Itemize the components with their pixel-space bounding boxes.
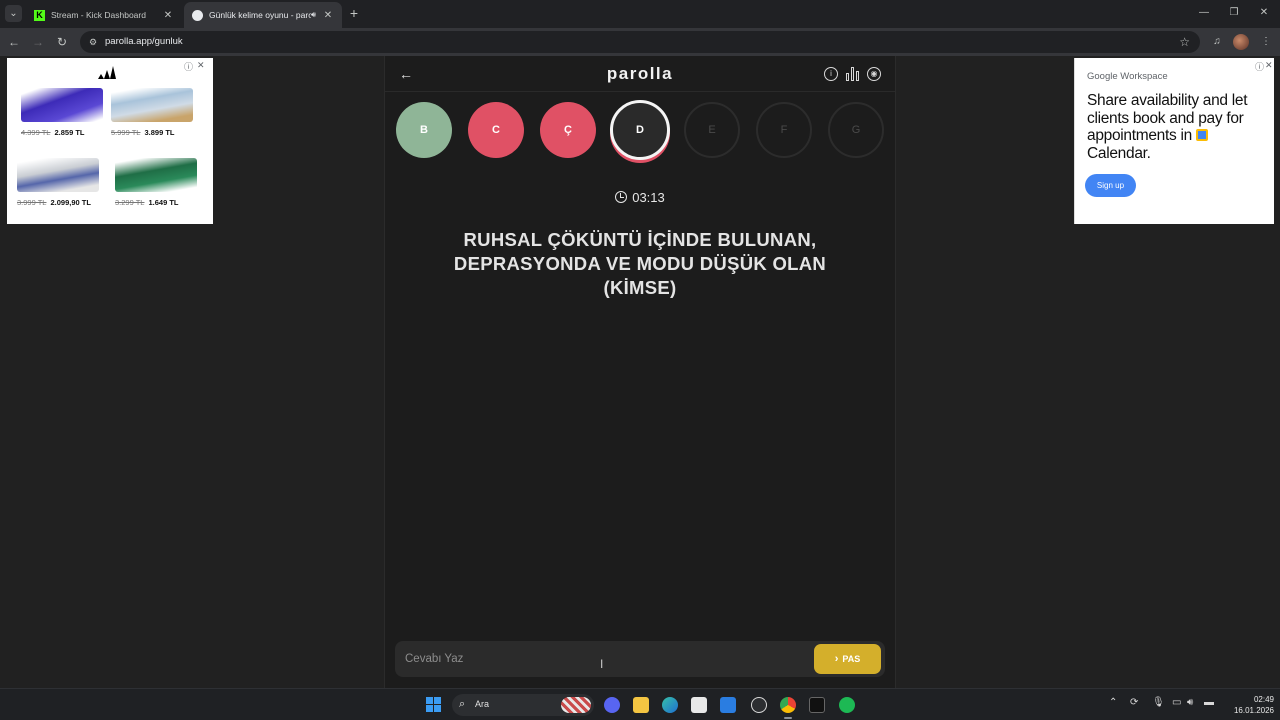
shoe-image <box>17 158 99 192</box>
search-label: Ara <box>475 699 490 709</box>
media-control-icon[interactable]: ♫ <box>1209 34 1225 50</box>
calendar-icon <box>1195 129 1208 141</box>
product-price: 5.999 TL 3.899 TL <box>111 128 175 137</box>
profile-icon[interactable]: ◉ <box>867 67 881 81</box>
address-bar[interactable]: ⚙ parolla.app/gunluk ☆ <box>80 31 1200 53</box>
browser-toolbar: ← → ↻ ⚙ parolla.app/gunluk ☆ ♫ ⋮ <box>0 28 1280 56</box>
ad-info-icon[interactable]: ⓘ <box>184 60 193 73</box>
mail-icon[interactable] <box>720 697 736 713</box>
reload-icon[interactable]: ↻ <box>54 34 70 50</box>
game-panel: ← parolla i ◉ B C Ç D E F G 03:13 RUHSAL… <box>384 56 896 688</box>
spotify-icon[interactable] <box>839 697 855 713</box>
letter-circle-g: G <box>828 102 884 158</box>
back-icon[interactable]: ← <box>6 34 22 50</box>
adidas-logo-icon <box>98 66 116 79</box>
tab-title: Stream - Kick Dashboard <box>51 10 146 20</box>
browser-tabbar: ⌄ K Stream - Kick Dashboard ✕ Günlük kel… <box>0 0 1280 28</box>
file-explorer-icon[interactable] <box>633 697 649 713</box>
menu-dots-icon[interactable]: ⋮ <box>1258 34 1274 50</box>
microphone-icon[interactable]: 🎙︎ <box>1152 697 1165 708</box>
shoe-image <box>21 88 103 122</box>
site-info-icon[interactable]: ⚙ <box>87 36 99 48</box>
letter-circle-d: D <box>610 100 670 160</box>
search-highlight-image <box>561 697 591 713</box>
tab-search-icon[interactable]: ⌄ <box>5 5 22 22</box>
app-notification-icon[interactable] <box>751 697 767 713</box>
parolla-logo: parolla <box>606 64 674 83</box>
page: ⓘ ✕ 4.399 TL 2.859 TL 5.999 TL 3.899 TL 3.… <box>0 56 1280 688</box>
product-card[interactable]: 4.399 TL 2.859 TL <box>21 88 111 137</box>
close-window-icon[interactable]: ✕ <box>1256 5 1272 21</box>
sync-icon[interactable]: ⟳ <box>1130 697 1138 708</box>
edge-icon[interactable] <box>662 697 678 713</box>
product-price: 3.299 TL 1.649 TL <box>115 198 179 207</box>
store-icon[interactable] <box>691 697 707 713</box>
product-price: 4.399 TL 2.859 TL <box>21 128 85 137</box>
windows-start-icon[interactable] <box>426 697 441 712</box>
tab-parolla[interactable]: Günlük kelime oyunu - parolla 🔊︎ ✕ <box>184 2 342 28</box>
ad-headline: Share availability and let clients book … <box>1087 92 1248 162</box>
ad-close-icon[interactable]: ✕ <box>1265 60 1273 71</box>
chrome-icon[interactable] <box>780 697 796 713</box>
timer: 03:13 <box>385 190 895 205</box>
google-workspace-logo: Google Workspace <box>1087 71 1168 82</box>
forward-icon[interactable]: → <box>30 34 46 50</box>
product-card[interactable]: 3.999 TL 2.099,90 TL <box>17 158 107 207</box>
question-text: RUHSAL ÇÖKÜNTÜ İÇİNDE BULUNAN, DEPRASYON… <box>453 229 827 298</box>
search-icon: ⌕ <box>459 698 466 710</box>
clock-date: 16.01.2026 <box>1233 706 1274 715</box>
battery-icon[interactable]: ▬ <box>1204 697 1214 708</box>
minimize-icon[interactable]: — <box>1196 5 1212 21</box>
product-price: 3.999 TL 2.099,90 TL <box>17 198 91 207</box>
product-card[interactable]: 5.999 TL 3.899 TL <box>111 88 201 137</box>
text-cursor-icon: I <box>600 657 604 671</box>
chevron-right-icon: › <box>834 653 839 665</box>
epic-games-icon[interactable] <box>809 697 825 713</box>
active-app-indicator <box>784 717 792 719</box>
ad-info-icon[interactable]: ⓘ <box>1255 60 1264 73</box>
tab-kick-dashboard[interactable]: K Stream - Kick Dashboard ✕ <box>26 2 182 28</box>
clock-icon <box>615 191 628 203</box>
letter-circles: B C Ç D E F G <box>396 100 886 160</box>
kick-icon: K <box>34 9 45 21</box>
letter-circle-b: B <box>396 102 452 158</box>
google-workspace-ad[interactable]: ⓘ ✕ Google Workspace Share availability … <box>1074 58 1274 224</box>
letter-circle-c-cedilla: Ç <box>540 102 596 158</box>
taskbar-search[interactable]: ⌕ Ara <box>452 694 594 716</box>
letter-circle-c: C <box>468 102 524 158</box>
product-card[interactable]: 3.299 TL 1.649 TL <box>115 158 205 207</box>
pass-button[interactable]: › PAS <box>814 644 881 674</box>
letter-circle-e: E <box>684 102 740 158</box>
sign-up-button[interactable]: Sign up <box>1085 174 1136 197</box>
volume-icon[interactable]: 🔊︎ <box>1187 697 1193 708</box>
shoe-image <box>115 158 197 192</box>
network-icon[interactable]: ▭ <box>1172 697 1181 708</box>
windows-taskbar: ⌕ Ara ⌃ ⟳ 🎙︎ ▭ 🔊︎ ▬ 02:49 16.01.2026 <box>0 688 1280 720</box>
tab-title: Günlük kelime oyunu - parolla <box>209 10 311 20</box>
profile-avatar[interactable] <box>1233 34 1249 50</box>
new-tab-icon[interactable]: + <box>346 5 362 21</box>
shoe-image <box>111 88 193 122</box>
answer-bar: I › PAS <box>395 641 885 677</box>
adidas-ad[interactable]: ⓘ ✕ 4.399 TL 2.859 TL 5.999 TL 3.899 TL 3.… <box>7 58 213 224</box>
system-clock[interactable]: 02:49 16.01.2026 <box>1230 694 1274 716</box>
close-tab-icon[interactable]: ✕ <box>322 10 334 21</box>
close-tab-icon[interactable]: ✕ <box>162 10 174 21</box>
discord-icon[interactable] <box>604 697 620 713</box>
url-text[interactable]: parolla.app/gunluk <box>105 36 183 47</box>
chevron-up-icon[interactable]: ⌃ <box>1109 697 1117 708</box>
timer-value: 03:13 <box>632 190 665 205</box>
letter-circle-f: F <box>756 102 812 158</box>
clock-time: 02:49 <box>1253 695 1274 704</box>
info-icon[interactable]: i <box>824 67 838 81</box>
pass-label: PAS <box>842 654 861 664</box>
speaker-icon[interactable]: 🔊︎ <box>311 10 316 20</box>
ad-close-icon[interactable]: ✕ <box>197 60 205 71</box>
game-header: ← parolla i ◉ <box>385 56 895 92</box>
parolla-icon <box>192 9 203 21</box>
stats-icon[interactable] <box>846 67 860 81</box>
bookmark-star-icon[interactable]: ☆ <box>1179 35 1190 49</box>
restore-icon[interactable]: ❐ <box>1226 5 1242 21</box>
